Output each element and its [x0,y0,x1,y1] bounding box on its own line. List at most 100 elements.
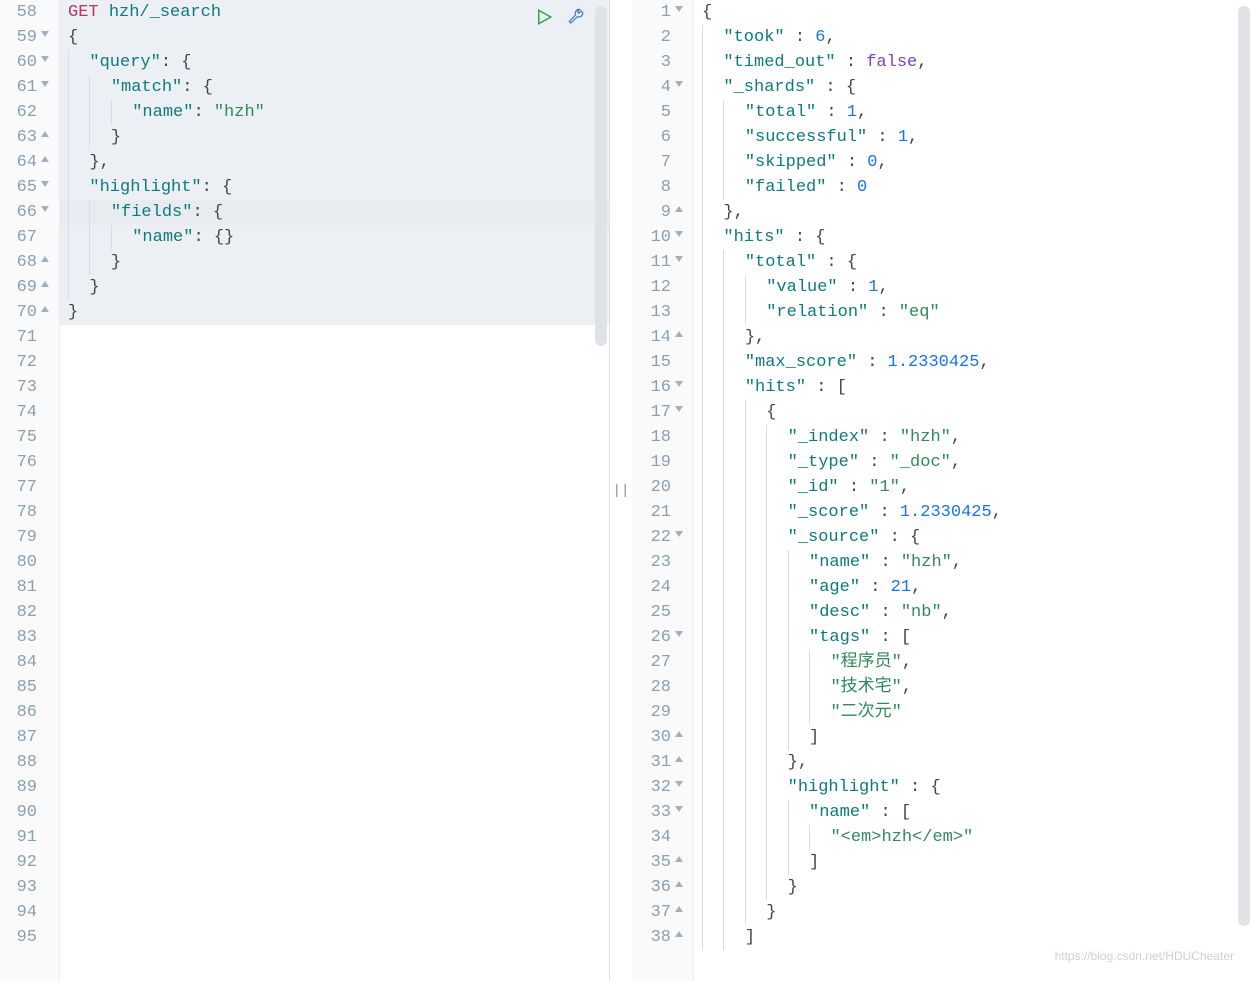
code-line[interactable]: "relation" : "eq" [694,300,1252,325]
code-line[interactable] [60,400,609,425]
code-line[interactable] [60,825,609,850]
fold-toggle-icon[interactable] [41,206,49,212]
code-line[interactable] [60,325,609,350]
code-line[interactable]: "failed" : 0 [694,175,1252,200]
code-line[interactable] [60,450,609,475]
fold-toggle-icon[interactable] [675,331,683,337]
code-line[interactable]: "_id" : "1", [694,475,1252,500]
fold-toggle-icon[interactable] [41,31,49,37]
left-scrollbar[interactable] [595,6,607,346]
code-line[interactable]: } [694,900,1252,925]
code-line[interactable]: "age" : 21, [694,575,1252,600]
fold-toggle-icon[interactable] [675,531,683,537]
code-line[interactable]: "fields": { [60,200,609,225]
code-line[interactable]: "highlight" : { [694,775,1252,800]
fold-toggle-icon[interactable] [675,756,683,762]
code-line[interactable]: { [694,0,1252,25]
response-viewer[interactable]: { "took" : 6, "timed_out" : false, "_sha… [694,0,1252,981]
fold-toggle-icon[interactable] [675,406,683,412]
code-line[interactable] [60,625,609,650]
code-line[interactable]: } [60,275,609,300]
code-line[interactable]: "value" : 1, [694,275,1252,300]
code-line[interactable]: "total" : { [694,250,1252,275]
code-line[interactable]: GET hzh/_search [60,0,609,25]
fold-toggle-icon[interactable] [41,81,49,87]
fold-toggle-icon[interactable] [675,381,683,387]
code-line[interactable]: "max_score" : 1.2330425, [694,350,1252,375]
code-line[interactable]: "desc" : "nb", [694,600,1252,625]
fold-toggle-icon[interactable] [41,181,49,187]
fold-toggle-icon[interactable] [675,881,683,887]
code-line[interactable]: "tags" : [ [694,625,1252,650]
code-line[interactable]: "hits" : { [694,225,1252,250]
code-line[interactable]: "query": { [60,50,609,75]
code-line[interactable] [60,850,609,875]
code-line[interactable] [60,525,609,550]
code-line[interactable] [60,375,609,400]
code-line[interactable] [60,925,609,950]
code-line[interactable] [60,650,609,675]
code-line[interactable] [60,500,609,525]
fold-toggle-icon[interactable] [675,81,683,87]
code-line[interactable]: } [694,875,1252,900]
request-editor[interactable]: GET hzh/_search{ "query": { "match": { "… [60,0,609,981]
fold-toggle-icon[interactable] [675,731,683,737]
code-line[interactable] [60,725,609,750]
pane-divider[interactable]: || [610,0,632,981]
code-line[interactable]: "total" : 1, [694,100,1252,125]
code-line[interactable]: "程序员", [694,650,1252,675]
code-line[interactable] [60,875,609,900]
code-line[interactable]: "_source" : { [694,525,1252,550]
code-line[interactable]: ] [694,925,1252,950]
fold-toggle-icon[interactable] [41,256,49,262]
code-line[interactable] [60,550,609,575]
code-line[interactable]: "name" : [ [694,800,1252,825]
code-line[interactable]: "highlight": { [60,175,609,200]
fold-toggle-icon[interactable] [675,931,683,937]
code-line[interactable]: ] [694,725,1252,750]
code-line[interactable]: "name": "hzh" [60,100,609,125]
code-line[interactable]: "技术宅", [694,675,1252,700]
fold-toggle-icon[interactable] [675,631,683,637]
wrench-icon[interactable] [565,6,587,28]
code-line[interactable]: "<em>hzh</em>" [694,825,1252,850]
code-line[interactable]: "_shards" : { [694,75,1252,100]
fold-toggle-icon[interactable] [41,306,49,312]
code-line[interactable]: "skipped" : 0, [694,150,1252,175]
code-line[interactable]: "二次元" [694,700,1252,725]
code-line[interactable] [60,350,609,375]
code-line[interactable]: } [60,250,609,275]
code-line[interactable] [60,425,609,450]
code-line[interactable]: { [60,25,609,50]
code-line[interactable]: }, [694,325,1252,350]
code-line[interactable] [60,700,609,725]
code-line[interactable]: "timed_out" : false, [694,50,1252,75]
code-line[interactable]: "_type" : "_doc", [694,450,1252,475]
code-line[interactable] [60,775,609,800]
code-line[interactable] [60,675,609,700]
fold-toggle-icon[interactable] [675,781,683,787]
fold-toggle-icon[interactable] [675,856,683,862]
code-line[interactable]: }, [694,200,1252,225]
code-line[interactable]: "match": { [60,75,609,100]
code-line[interactable]: "_score" : 1.2330425, [694,500,1252,525]
code-line[interactable] [60,800,609,825]
code-line[interactable]: } [60,300,609,325]
fold-toggle-icon[interactable] [675,806,683,812]
fold-toggle-icon[interactable] [41,56,49,62]
code-line[interactable] [60,600,609,625]
code-line[interactable]: } [60,125,609,150]
code-line[interactable]: "successful" : 1, [694,125,1252,150]
right-scrollbar[interactable] [1238,6,1250,926]
code-line[interactable]: }, [694,750,1252,775]
code-line[interactable]: "hits" : [ [694,375,1252,400]
fold-toggle-icon[interactable] [675,256,683,262]
fold-toggle-icon[interactable] [675,6,683,12]
fold-toggle-icon[interactable] [41,156,49,162]
code-line[interactable] [60,750,609,775]
code-line[interactable]: { [694,400,1252,425]
fold-toggle-icon[interactable] [41,281,49,287]
code-line[interactable]: }, [60,150,609,175]
fold-toggle-icon[interactable] [675,206,683,212]
run-icon[interactable] [533,6,555,28]
